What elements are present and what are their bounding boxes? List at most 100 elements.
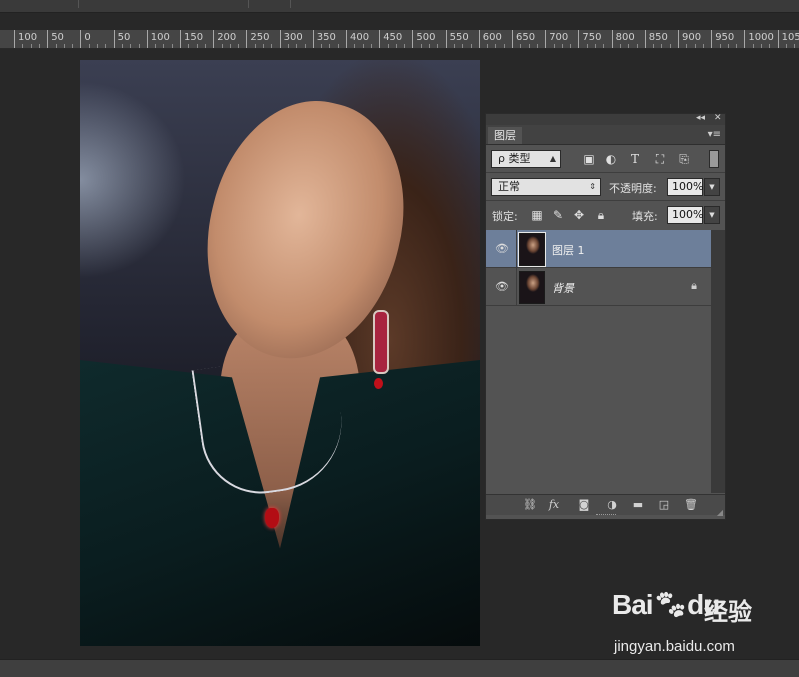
lock-position-icon[interactable]: ✥	[571, 207, 587, 223]
layer-name[interactable]: 图层 1	[552, 242, 585, 258]
ruler-minor-tick	[329, 44, 331, 48]
ruler-tick: 550	[445, 30, 469, 48]
opacity-input[interactable]: 100%	[667, 178, 703, 196]
ruler-tick: 900	[678, 30, 701, 48]
horizontal-ruler[interactable]: 100 50 0 50 100 150 200 250 300 350 400 450 500 550 60…	[0, 30, 799, 49]
adjustment-filter-icon[interactable]: ◐	[603, 151, 619, 167]
smart-object-filter-icon[interactable]: ⎘	[676, 151, 692, 167]
ruler-minor-tick	[287, 44, 289, 48]
layers-scrollbar[interactable]	[711, 230, 725, 493]
ruler-tick: 600	[478, 30, 502, 48]
blend-row: 正常 ⇕ 不透明度: 100% ▼	[486, 173, 725, 201]
ruler-tick-label: 0	[84, 32, 91, 43]
lock-all-icon[interactable]: 🔒︎	[593, 207, 609, 223]
ruler-minor-tick	[429, 44, 430, 48]
panel-titlebar[interactable]: ◂◂ ✕	[486, 113, 725, 125]
ruler-minor-tick	[88, 44, 90, 48]
mask-icon[interactable]: ◙	[576, 497, 592, 513]
lock-row: 锁定: ▦ ✎ ✥ 🔒︎ 填充: 100% ▼	[486, 201, 725, 231]
document-image[interactable]	[80, 60, 480, 646]
layer-row-background[interactable]: 👁︎ 背景 🔒︎	[486, 268, 711, 306]
link-icon[interactable]: ⛓︎	[522, 497, 538, 513]
shape-filter-icon[interactable]: ⛶	[652, 151, 668, 167]
type-filter-icon[interactable]: T	[627, 151, 643, 167]
ruler-tick: 950	[711, 30, 734, 48]
ruler-tick: 700	[545, 30, 568, 48]
ruler-tick-label: 1000	[748, 32, 774, 43]
ruler-tick-label: 100	[150, 32, 170, 43]
visibility-eye-icon[interactable]: 👁︎	[495, 242, 509, 255]
ruler-minor-tick	[536, 44, 538, 48]
layer-row-layer-1[interactable]: 👁︎ 图层 1	[486, 230, 711, 268]
fill-dropdown-button[interactable]: ▼	[704, 206, 720, 224]
ruler-tick: 350	[312, 30, 336, 48]
panel-menu-icon[interactable]: ▾≡	[708, 129, 721, 140]
ruler-minor-tick	[263, 44, 264, 48]
filter-row: ρ 类型 ▲ ▣ ◐ T ⛶ ⎘	[486, 145, 725, 173]
ruler-minor-tick	[503, 44, 505, 48]
fill-input[interactable]: 100%	[667, 206, 703, 224]
ruler-minor-tick	[63, 44, 65, 48]
ruler-tick: 50	[113, 30, 130, 48]
ruler-minor-tick	[138, 44, 140, 48]
ruler-tick-label: 700	[549, 32, 569, 43]
ruler-tick-label: 800	[615, 32, 635, 43]
ruler-minor-tick	[321, 44, 323, 48]
ruler-tick: 100	[14, 30, 37, 48]
filter-toggle-icon[interactable]	[709, 150, 719, 168]
ruler-tick-label: 950	[715, 32, 735, 43]
ruler-minor-tick	[570, 44, 572, 48]
ruler-minor-tick	[603, 44, 605, 48]
fill-label: 填充:	[632, 210, 658, 223]
layer-divider	[516, 268, 517, 306]
photo-earring	[373, 310, 389, 374]
ruler-minor-tick	[785, 44, 787, 48]
ruler-minor-tick	[595, 44, 596, 48]
ruler-minor-tick	[769, 44, 771, 48]
tab-layers[interactable]: 图层	[488, 127, 522, 144]
ruler-minor-tick	[561, 44, 563, 48]
ruler-tick-label: 50	[51, 32, 64, 43]
filter-type-dropdown[interactable]: ρ 类型 ▲	[491, 150, 561, 168]
ruler-minor-tick	[702, 44, 704, 48]
layer-thumbnail	[518, 232, 546, 267]
ruler-minor-tick	[470, 44, 472, 48]
lock-transparent-pixels-icon[interactable]: ▦	[529, 207, 545, 223]
blend-mode-dropdown[interactable]: 正常 ⇕	[491, 178, 601, 196]
opacity-dropdown-button[interactable]: ▼	[704, 178, 720, 196]
ruler-minor-tick	[271, 44, 273, 48]
ruler-minor-tick	[636, 44, 638, 48]
ruler-minor-tick	[395, 44, 397, 48]
visibility-eye-icon[interactable]: 👁︎	[495, 280, 509, 293]
photo-earring-drop	[374, 378, 383, 389]
resize-corner-icon[interactable]: ◢	[717, 508, 723, 517]
fx-icon[interactable]: fx	[546, 497, 562, 513]
ruler-tick-label: 200	[217, 32, 237, 43]
panel-resize-grip[interactable]	[596, 514, 616, 518]
ruler-minor-tick	[520, 44, 522, 48]
options-bar	[0, 0, 799, 13]
collapse-icon[interactable]: ◂◂	[696, 113, 705, 123]
layer-name[interactable]: 背景	[552, 280, 574, 296]
ruler-tick-label: 400	[350, 32, 370, 43]
ruler-tick: 1000	[744, 30, 774, 48]
ruler-tick: 50	[47, 30, 64, 48]
ruler-minor-tick	[420, 44, 422, 48]
ruler-minor-tick	[238, 44, 240, 48]
ruler-tick: 400	[346, 30, 369, 48]
adjustment-icon[interactable]: ◑	[604, 497, 620, 513]
ruler-minor-tick	[495, 44, 497, 48]
ruler-minor-tick	[155, 44, 157, 48]
folder-icon[interactable]: ▬	[630, 497, 646, 513]
ruler-minor-tick	[354, 44, 356, 48]
ruler-minor-tick	[296, 44, 298, 48]
ruler-minor-tick	[130, 44, 132, 48]
trash-icon[interactable]: 🗑︎	[683, 497, 699, 513]
ruler-tick-label: 350	[316, 32, 336, 43]
ruler-minor-tick	[727, 44, 729, 48]
image-filter-icon[interactable]: ▣	[581, 151, 597, 167]
lock-image-pixels-icon[interactable]: ✎	[550, 207, 566, 223]
ruler-minor-tick	[628, 44, 630, 48]
new-layer-icon[interactable]: ◲	[656, 497, 672, 513]
close-icon[interactable]: ✕	[714, 113, 722, 123]
